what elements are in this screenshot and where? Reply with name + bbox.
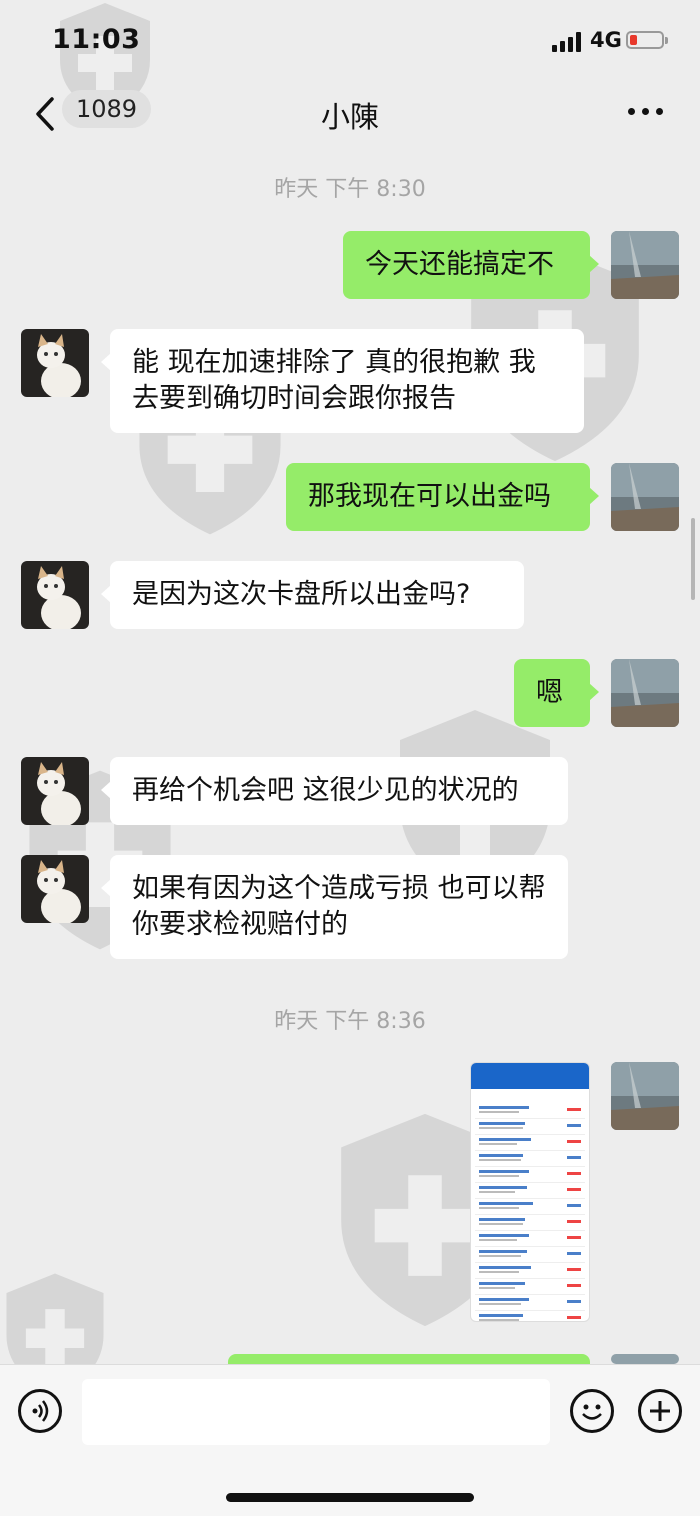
my-avatar[interactable] xyxy=(611,1062,679,1130)
message-bubble-received[interactable]: 能 现在加速排除了 真的很抱歉 我去要到确切时间会跟你报告 xyxy=(101,329,584,433)
message-timestamp: 昨天 下午 8:36 xyxy=(274,1009,426,1034)
emoji-icon[interactable] xyxy=(570,1389,614,1433)
message-bubble-sent[interactable]: 那我现在可以出金吗 xyxy=(286,463,599,531)
message-bubble-received[interactable]: 是因为这次卡盘所以出金吗? xyxy=(101,561,524,629)
home-indicator[interactable] xyxy=(226,1493,474,1502)
contact-avatar[interactable] xyxy=(21,757,89,825)
voice-icon[interactable] xyxy=(18,1389,62,1433)
contact-avatar[interactable] xyxy=(21,855,89,923)
chat-header: 1089 小陳 xyxy=(0,80,700,148)
message-bubble-received[interactable]: 再给个机会吧 这很少见的状况的 xyxy=(101,757,568,825)
scrollbar[interactable] xyxy=(691,518,695,600)
image-message-screenshot[interactable] xyxy=(470,1062,590,1322)
my-avatar[interactable] xyxy=(611,463,679,531)
message-timestamp: 昨天 下午 8:30 xyxy=(274,177,426,202)
my-avatar[interactable] xyxy=(611,659,679,727)
my-avatar[interactable] xyxy=(611,1354,679,1364)
network-type: 4G xyxy=(590,28,622,52)
message-bubble-received[interactable]: 如果有因为这个造成亏损 也可以帮你要求检视赔付的 xyxy=(101,855,568,959)
my-avatar[interactable] xyxy=(611,231,679,299)
message-bubble-sent[interactable]: 嗯 xyxy=(514,659,599,727)
status-bar: 11:03 4G xyxy=(0,0,700,80)
contact-avatar[interactable] xyxy=(21,329,89,397)
battery-icon xyxy=(626,31,668,49)
status-time: 11:03 xyxy=(52,24,141,55)
contact-avatar[interactable] xyxy=(21,561,89,629)
more-dots-icon[interactable] xyxy=(628,108,664,118)
message-input[interactable] xyxy=(82,1379,550,1445)
message-bubble-sent[interactable]: 今天还能搞定不 xyxy=(343,231,599,299)
chat-title: 小陳 xyxy=(320,100,379,134)
input-bar xyxy=(0,1364,700,1516)
plus-icon[interactable] xyxy=(638,1389,682,1433)
signal-icon xyxy=(552,32,584,52)
